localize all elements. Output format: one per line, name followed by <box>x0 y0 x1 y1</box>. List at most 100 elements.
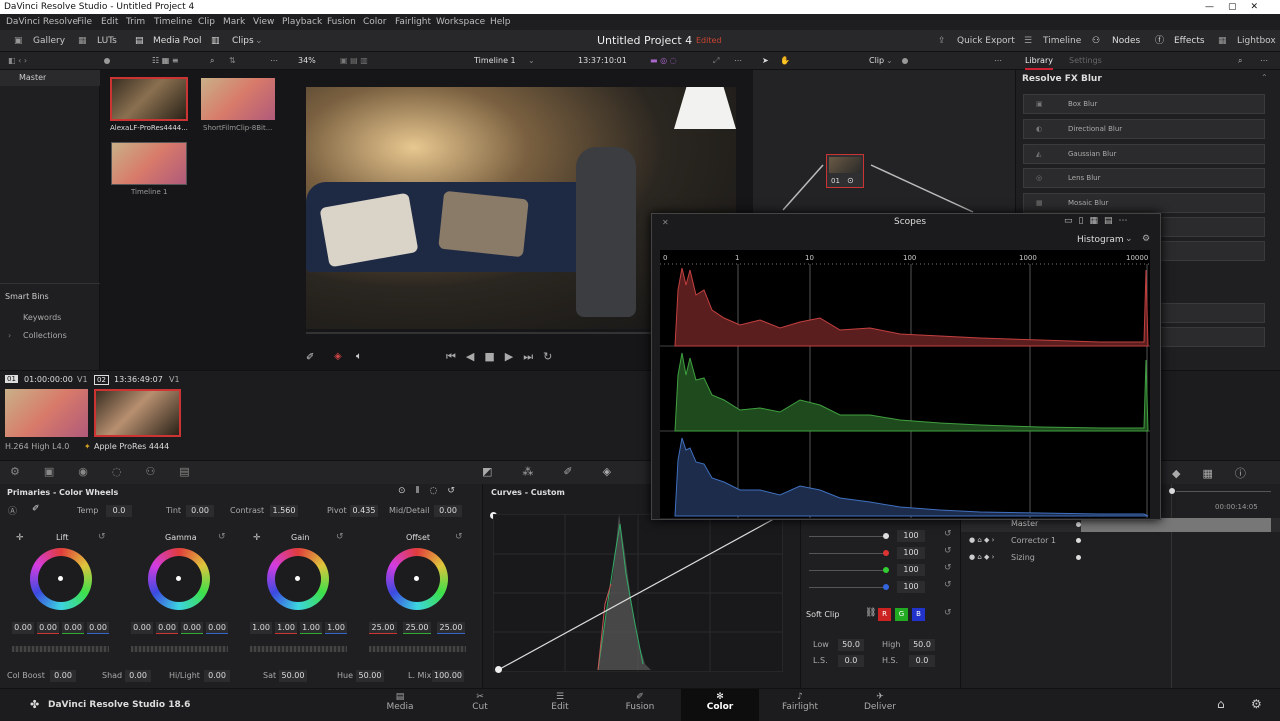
sidebar-toggle-icon[interactable]: ◧ ‹ › <box>8 52 27 70</box>
menu-help[interactable]: Help <box>490 14 511 30</box>
menu-trim[interactable]: Trim <box>126 14 145 30</box>
menu-playback[interactable]: Playback <box>282 14 322 30</box>
keyframe-dot[interactable] <box>1076 538 1081 543</box>
menu-davinci[interactable]: DaVinci Resolve <box>6 14 78 30</box>
viewer-layout-icons[interactable]: ▣ ▤ ▥ <box>340 52 368 70</box>
hilight-field[interactable]: 0.00 <box>204 670 230 682</box>
reset-icon[interactable]: ↺ <box>944 608 952 618</box>
offset-g[interactable]: 25.00 <box>403 622 431 634</box>
timeline-dropdown-icon[interactable]: ⌄ <box>528 52 535 70</box>
menu-mark[interactable]: Mark <box>223 14 245 30</box>
gallery-button[interactable]: Gallery <box>33 30 65 52</box>
fx-box-blur[interactable]: ▣ Box Blur <box>1023 94 1265 114</box>
palette-icons-right[interactable]: ◆▦ⓘ <box>1172 465 1268 481</box>
curve-y-field[interactable]: 100 <box>897 530 925 542</box>
timeline-button[interactable]: Timeline <box>1043 30 1081 52</box>
track-controls[interactable]: ● ⌂ ◆ › <box>969 536 994 544</box>
lift-wheel[interactable] <box>30 548 92 610</box>
page-color[interactable]: ✻ Color <box>681 689 759 721</box>
chevron-right-icon[interactable]: › <box>8 331 11 340</box>
gain-master-wheel[interactable] <box>250 646 347 652</box>
lmix-field[interactable]: 100.00 <box>432 670 464 682</box>
clip-thumb-alexa[interactable] <box>110 77 188 121</box>
lift-b[interactable]: 0.00 <box>87 622 109 634</box>
collections-bin[interactable]: Collections <box>23 331 67 340</box>
fx-mosaic-blur[interactable]: ▦ Mosaic Blur <box>1023 193 1265 213</box>
page-edit[interactable]: ☰ Edit <box>525 692 595 712</box>
layers-icon[interactable]: ◈ <box>334 351 342 362</box>
gain-y[interactable]: 1.00 <box>250 622 272 634</box>
pivot-field[interactable]: 0.435 <box>350 505 378 517</box>
menu-clip[interactable]: Clip <box>198 14 215 30</box>
curve-g-field[interactable]: 100 <box>897 564 925 576</box>
menu-timeline[interactable]: Timeline <box>154 14 192 30</box>
node-01[interactable]: 01 ⊙ <box>826 154 864 188</box>
soft-clip-r-button[interactable]: R <box>878 608 891 621</box>
menu-workspace[interactable]: Workspace <box>436 14 485 30</box>
nodes-button[interactable]: Nodes <box>1112 30 1140 52</box>
lift-r[interactable]: 0.00 <box>37 622 59 634</box>
settings-icon[interactable]: ⚙ <box>1251 697 1262 711</box>
lift-y[interactable]: 0.00 <box>12 622 34 634</box>
temp-field[interactable]: 0.0 <box>106 505 132 517</box>
hs-field[interactable]: 0.0 <box>909 655 935 667</box>
menu-fusion[interactable]: Fusion <box>327 14 356 30</box>
gain-r[interactable]: 1.00 <box>275 622 297 634</box>
gamma-r[interactable]: 0.00 <box>156 622 178 634</box>
zoom-level[interactable]: 34% <box>298 52 316 70</box>
page-fairlight[interactable]: ♪ Fairlight <box>765 692 835 712</box>
reset-icon[interactable]: ↺ <box>455 532 463 542</box>
menu-color[interactable]: Color <box>363 14 387 30</box>
eyedropper-icon[interactable]: ✐ <box>306 352 314 363</box>
thumb-size-slider[interactable] <box>104 58 110 64</box>
ls-field[interactable]: 0.0 <box>838 655 864 667</box>
picker-icon[interactable]: ✐ <box>32 504 40 514</box>
page-fusion[interactable]: ✐ Fusion <box>605 692 675 712</box>
clip1-thumbnail[interactable] <box>5 389 88 437</box>
page-cut[interactable]: ✂ Cut <box>445 692 515 712</box>
reset-icon[interactable]: ↺ <box>944 529 952 539</box>
gamma-y[interactable]: 0.00 <box>131 622 153 634</box>
offset-r[interactable]: 25.00 <box>369 622 397 634</box>
gamma-g[interactable]: 0.00 <box>181 622 203 634</box>
gain-wheel[interactable] <box>267 548 329 610</box>
more-options-icon[interactable]: ⋯ <box>270 52 278 70</box>
crosshair-icon[interactable]: ✛ <box>16 533 24 543</box>
link-icon[interactable]: ⛓ <box>865 608 876 618</box>
shad-field[interactable]: 0.00 <box>125 670 151 682</box>
offset-master-wheel[interactable] <box>369 646 466 652</box>
curve-bottom-handle[interactable] <box>495 666 502 673</box>
mid-detail-field[interactable]: 0.00 <box>434 505 462 517</box>
quick-export-button[interactable]: Quick Export <box>957 30 1015 52</box>
menu-edit[interactable]: Edit <box>101 14 118 30</box>
offset-b[interactable]: 25.00 <box>437 622 465 634</box>
gain-g[interactable]: 1.00 <box>300 622 322 634</box>
effects-button[interactable]: Effects <box>1174 30 1205 52</box>
viewer-tools-icons[interactable]: ▬ ◎ ◌ <box>650 52 677 70</box>
col-boost-field[interactable]: 0.00 <box>50 670 76 682</box>
scope-mode-dropdown-icon[interactable]: ⌄ <box>1125 234 1133 244</box>
clip2-thumbnail[interactable] <box>94 389 181 437</box>
gamma-b[interactable]: 0.00 <box>206 622 228 634</box>
sat-field[interactable]: 50.00 <box>279 670 307 682</box>
high-field[interactable]: 50.0 <box>909 639 935 651</box>
gamma-master-wheel[interactable] <box>131 646 228 652</box>
chevron-down-icon[interactable]: ⌄ <box>255 30 263 52</box>
low-field[interactable]: 50.0 <box>838 639 864 651</box>
pointer-icon[interactable]: ➤ <box>762 52 769 70</box>
collapse-icon[interactable]: ⌃ <box>1261 73 1268 82</box>
auto-balance-icon[interactable]: Ⓐ <box>8 504 17 517</box>
luts-button[interactable]: LUTs <box>97 30 117 52</box>
menu-view[interactable]: View <box>253 14 274 30</box>
soft-clip-b-button[interactable]: B <box>912 608 925 621</box>
offset-wheel[interactable] <box>386 548 448 610</box>
transport-controls[interactable]: ⏮◀■▶⏭↻ <box>446 350 562 364</box>
tab-settings[interactable]: Settings <box>1069 52 1102 70</box>
hand-icon[interactable]: ✋ <box>780 52 790 70</box>
reset-icon[interactable]: ↺ <box>944 563 952 573</box>
master-bin[interactable]: Master <box>19 73 46 82</box>
volume-icon[interactable]: 🔈︎ <box>356 351 362 362</box>
sort-icon[interactable]: ⇅ <box>229 52 236 70</box>
home-icon[interactable]: ⌂ <box>1217 697 1225 711</box>
fx-gaussian-blur[interactable]: ◭ Gaussian Blur <box>1023 144 1265 164</box>
